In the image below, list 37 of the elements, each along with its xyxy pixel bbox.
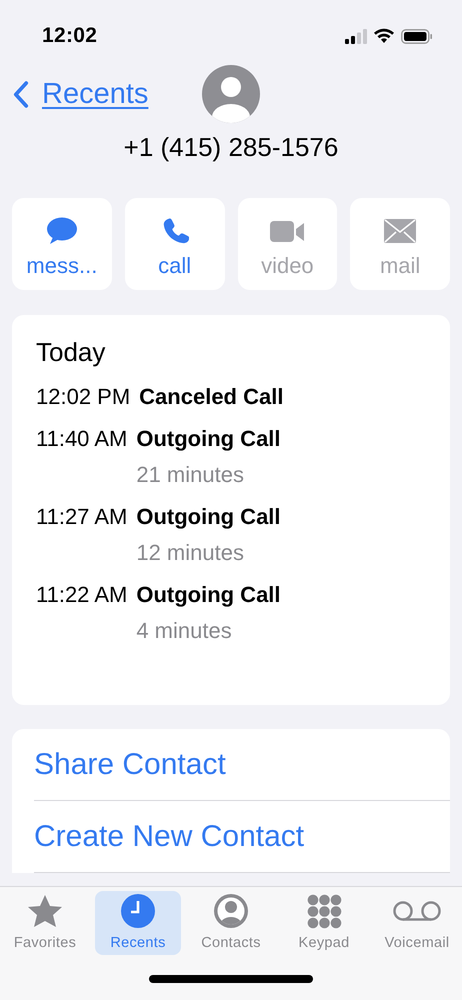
star-icon (27, 894, 63, 928)
tab[interactable]: Favorites (2, 891, 88, 955)
call-type: Outgoing Call (136, 503, 281, 531)
voicemail-icon (393, 900, 441, 922)
envelope-icon (384, 219, 416, 243)
tab[interactable]: Recents (95, 891, 181, 955)
action-button[interactable]: call (124, 198, 224, 290)
call-time: 11:27 AM (36, 503, 128, 531)
signal-icon (345, 28, 367, 44)
video-camera-icon (270, 218, 304, 244)
call-duration: 21 minutes (136, 461, 245, 489)
clock-icon (121, 894, 155, 928)
back-button[interactable]: Recents (12, 78, 148, 111)
call-time: 11:22 AM (36, 581, 128, 609)
person-icon (214, 894, 248, 928)
call-duration: 12 minutes (136, 539, 245, 567)
tab[interactable]: Contacts (188, 891, 274, 955)
wifi-icon (373, 28, 395, 44)
call-duration: 4 minutes (136, 617, 233, 645)
avatar-icon (202, 65, 260, 123)
call-type: Outgoing Call (136, 425, 281, 453)
action-button[interactable]: mess... (12, 198, 112, 290)
tab[interactable]: Keypad (281, 891, 367, 955)
battery-icon (401, 28, 432, 44)
keypad-icon (306, 894, 342, 928)
action-link[interactable]: Share Contact (34, 729, 450, 801)
call-time: 11:40 AM (36, 425, 128, 453)
status-time: 12:02 (42, 24, 98, 48)
call-type: Canceled Call (139, 383, 284, 411)
speech-bubble-icon (46, 217, 78, 245)
call-time: 12:02 PM (36, 383, 130, 411)
chevron-left-icon (12, 81, 30, 108)
call-type: Outgoing Call (136, 581, 281, 609)
tab[interactable]: Voicemail (374, 891, 460, 955)
section-heading: Today (36, 337, 106, 368)
phone-number: +1 (415) 285-1576 (124, 132, 338, 163)
action-link[interactable]: Create New Contact (34, 801, 450, 873)
